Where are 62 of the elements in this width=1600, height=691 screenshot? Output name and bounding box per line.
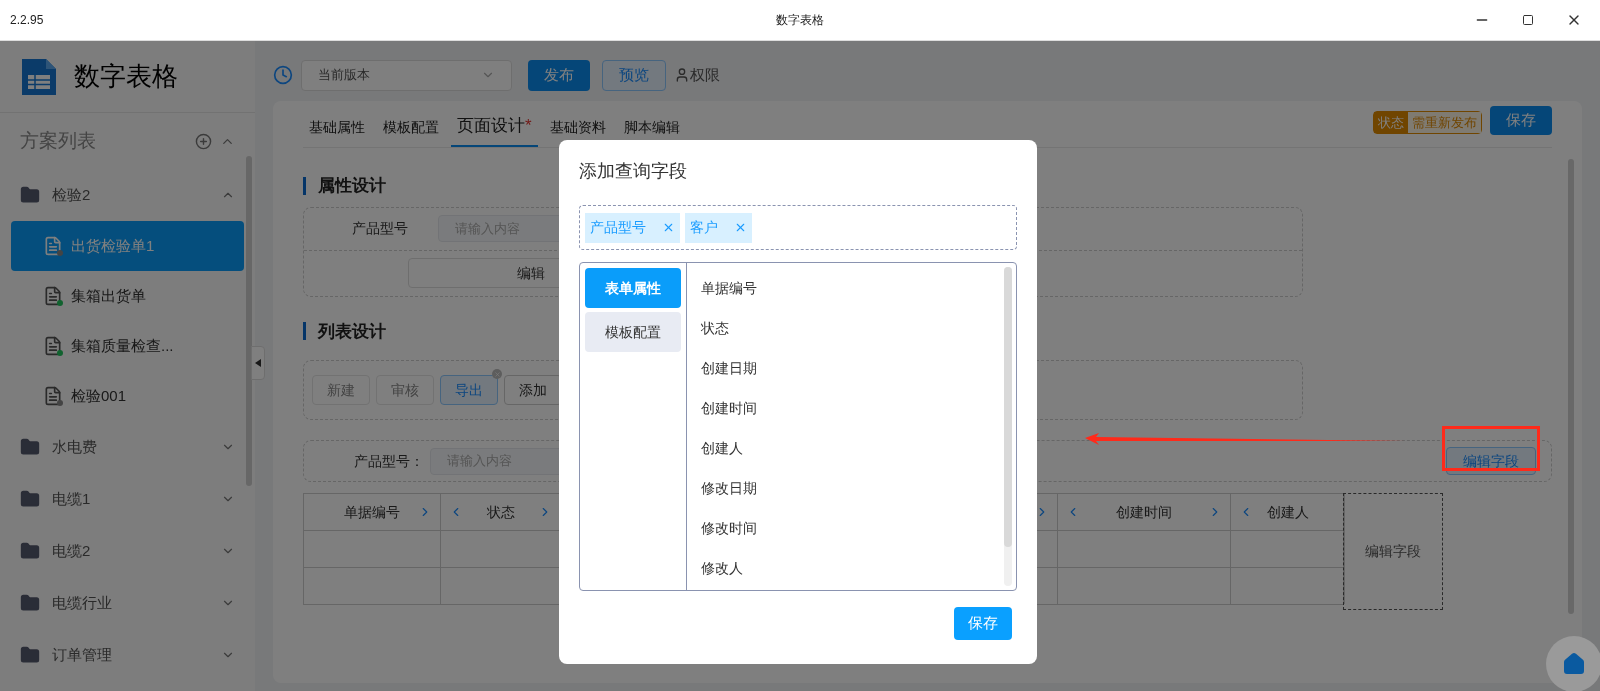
- publish-button[interactable]: 发布: [528, 59, 590, 91]
- add-icon[interactable]: [195, 132, 212, 150]
- save-button[interactable]: 保存: [1490, 106, 1552, 135]
- group-label[interactable]: 电缆行业: [52, 591, 209, 615]
- section-title: 列表设计: [318, 320, 386, 343]
- group-label[interactable]: 电缆1: [52, 487, 209, 511]
- list-title: 方案列表: [20, 128, 97, 153]
- restore-icon[interactable]: [1522, 14, 1534, 26]
- document-item[interactable]: 检验001: [11, 371, 244, 421]
- status-badge: 状态 需重新发布: [1373, 111, 1482, 134]
- spreadsheet-logo-icon: [20, 56, 58, 97]
- home-icon: [1562, 652, 1586, 676]
- field-option[interactable]: 状态: [701, 317, 729, 339]
- filter-label: 产品型号：: [353, 451, 424, 471]
- tab[interactable]: 模板配置: [377, 107, 445, 147]
- column-header: 创建人: [1231, 494, 1344, 531]
- field-option[interactable]: 修改人: [701, 557, 743, 579]
- preview-button[interactable]: 预览: [602, 59, 666, 91]
- add-column-placeholder[interactable]: 编辑字段: [1343, 493, 1443, 610]
- edit-fields-button[interactable]: 编辑字段: [1446, 447, 1536, 475]
- tag: 产品型号: [585, 212, 680, 243]
- dialog-title: 添加查询字段: [579, 160, 688, 183]
- scrollbar[interactable]: [246, 156, 252, 486]
- field-label: 产品型号: [351, 219, 408, 238]
- document-item[interactable]: 集箱质量检查...: [11, 321, 244, 371]
- category-tab[interactable]: 模板配置: [585, 312, 681, 352]
- section-title: 属性设计: [318, 175, 386, 197]
- remove-icon[interactable]: [492, 369, 502, 379]
- field-option[interactable]: 创建日期: [701, 357, 757, 379]
- field-option[interactable]: 创建时间: [701, 397, 757, 419]
- folder-icon: [20, 185, 40, 205]
- category-tab[interactable]: 表单属性: [585, 268, 681, 308]
- field-option[interactable]: 修改日期: [701, 477, 757, 499]
- group-label[interactable]: 水电费: [52, 435, 209, 459]
- save-button[interactable]: 保存: [954, 607, 1012, 640]
- version-label: 2.2.95: [10, 12, 44, 29]
- folder-icon: [20, 593, 40, 613]
- group-label[interactable]: 订单管理: [52, 643, 209, 667]
- column-header: 单据编号: [304, 494, 440, 531]
- tag: 客户: [685, 212, 752, 243]
- tab[interactable]: 基础属性: [303, 107, 371, 147]
- column-header: 创建时间: [1058, 494, 1230, 531]
- document-item[interactable]: 集箱出货单: [11, 271, 244, 321]
- folder-icon: [20, 541, 40, 561]
- group-label[interactable]: 检验2: [52, 183, 209, 207]
- window-title: 数字表格: [776, 12, 824, 29]
- group-label[interactable]: 电缆2: [52, 539, 209, 563]
- list-action-button[interactable]: 导出: [440, 375, 498, 405]
- list-action-button[interactable]: 添加: [504, 375, 562, 405]
- version-select[interactable]: 当前版本: [301, 59, 512, 91]
- folder-icon: [20, 489, 40, 509]
- document-item[interactable]: 出货检验单1: [11, 221, 244, 271]
- permissions-link[interactable]: 权限: [690, 63, 720, 87]
- sidebar-toggle[interactable]: [251, 346, 265, 380]
- tab[interactable]: 页面设计*: [451, 107, 538, 147]
- user-icon: [674, 67, 690, 83]
- history-icon[interactable]: [273, 65, 293, 85]
- field-option[interactable]: 创建人: [701, 437, 743, 459]
- folder-icon: [20, 437, 40, 457]
- folder-icon: [20, 645, 40, 665]
- field-option[interactable]: 修改时间: [701, 517, 757, 539]
- app-name: 数字表格: [74, 60, 178, 93]
